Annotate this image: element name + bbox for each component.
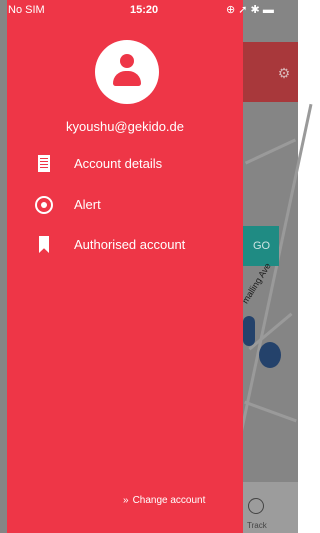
tab-track-label[interactable]: Track [247,521,267,530]
menu-item-label: Alert [74,197,101,212]
user-icon-body [113,71,141,86]
navigation-drawer: kyoushu@gekido.de Account details Alert … [7,0,243,533]
menu-item-account-details[interactable]: Account details [7,149,243,179]
bookmark-icon [35,236,53,254]
status-icons: ⊕ ➚ ✱ ▬ [226,4,274,16]
menu-item-label: Authorised account [74,237,186,252]
change-account-link[interactable]: » Change account [123,495,205,506]
track-icon[interactable] [248,498,264,514]
status-bar: No SIM 15:20 ⊕ ➚ ✱ ▬ [0,0,298,20]
status-time: 15:20 [130,4,159,16]
chevron-right-icon: » [123,495,129,506]
carrier-label: No SIM [8,4,45,16]
go-button[interactable]: GO [243,226,279,266]
menu-item-authorised-account[interactable]: Authorised account [7,230,243,260]
document-icon [35,155,53,173]
settings-icon[interactable]: ⚙ [276,65,292,81]
map-marker [259,342,281,368]
user-icon [120,54,134,68]
map-marker [243,316,255,346]
change-account-label: Change account [132,495,206,506]
alert-icon [35,196,53,214]
avatar[interactable] [95,40,159,104]
user-email: kyoushu@gekido.de [66,119,184,134]
menu-item-label: Account details [74,156,163,171]
menu-item-alert[interactable]: Alert [7,190,243,220]
